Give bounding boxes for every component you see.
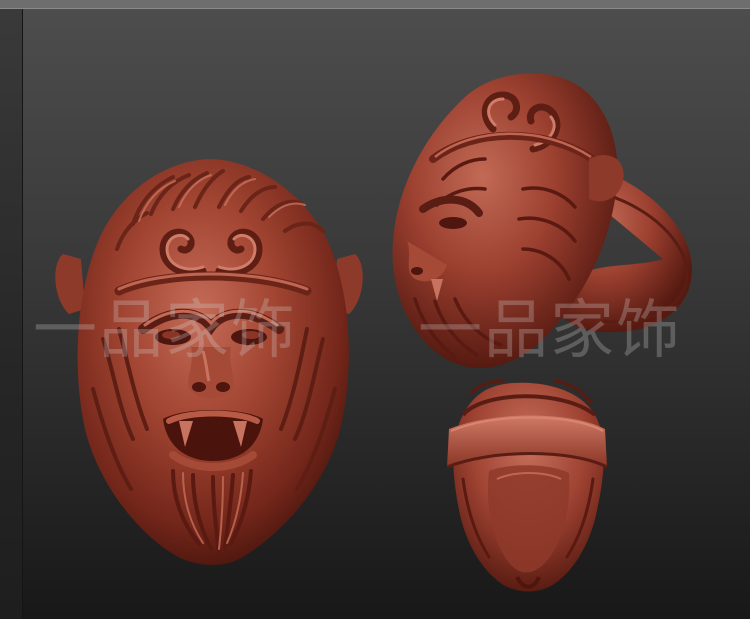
top-toolbar-strip xyxy=(0,0,750,8)
3d-viewport[interactable]: 一品家饰 一品家饰 xyxy=(23,9,750,619)
monkey-ring-back-view[interactable] xyxy=(446,379,608,592)
monkey-ring-side-view[interactable] xyxy=(392,73,692,369)
sculpt-app-window: 一品家饰 一品家饰 xyxy=(0,0,750,619)
left-tool-shelf[interactable] xyxy=(0,9,23,619)
monkey-face-front-view[interactable] xyxy=(55,159,363,565)
